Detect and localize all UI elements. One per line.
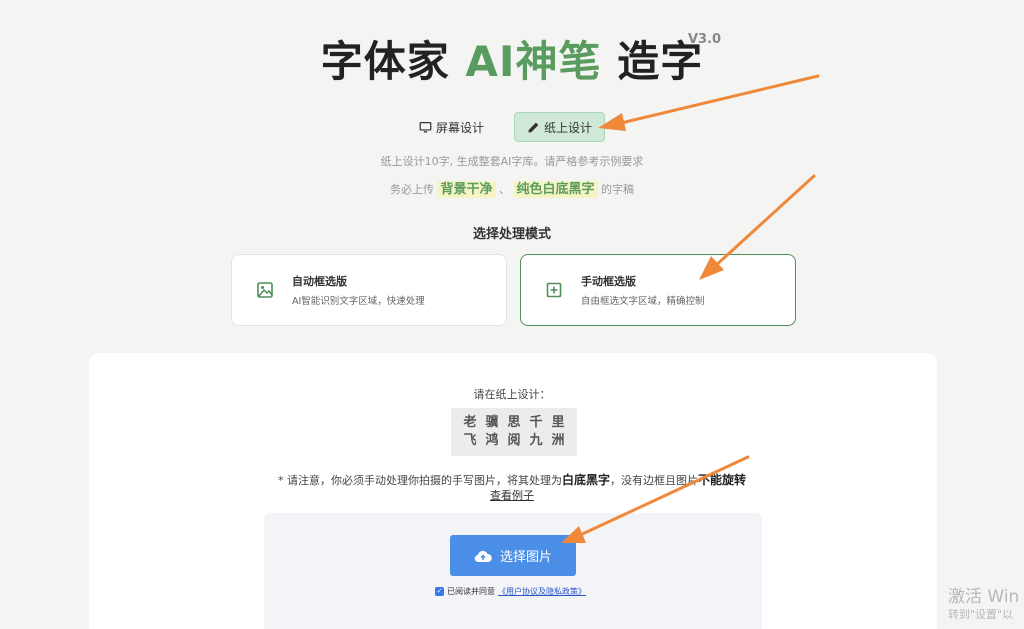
- sample-char: 鸿: [485, 433, 499, 448]
- desc-separator: 、: [499, 183, 510, 196]
- sample-char: 阅: [507, 433, 521, 448]
- sample-char: 老: [463, 415, 477, 430]
- sample-char: 千: [529, 415, 543, 430]
- sample-char: 九: [529, 433, 543, 448]
- title-prefix: 字体家: [320, 37, 450, 86]
- mode-card-manual[interactable]: 手动框选版 自由框选文字区域，精确控制: [520, 254, 796, 326]
- sample-char: 思: [507, 415, 521, 430]
- sample-char: 飞: [463, 433, 477, 448]
- image-icon: [257, 282, 273, 298]
- user-agreement-link[interactable]: 《用户协议及隐私政策》: [498, 586, 586, 597]
- note-bold: 白底黑字: [561, 473, 610, 487]
- design-mode-tabs: 屏幕设计 纸上设计: [0, 112, 1024, 142]
- sample-char: 骥: [485, 415, 499, 430]
- sample-characters: 老 骥 思 千 里 飞 鸿 阅 九 洲: [451, 408, 577, 456]
- monitor-icon: [419, 121, 432, 132]
- page-title: 字体家 AI神笔 造字: [0, 28, 1024, 89]
- agree-text: 已阅读并同意: [447, 587, 495, 596]
- processing-note: * 请注意，你必须手动处理你拍摄的手写图片，将其处理为白底黑字，没有边框且图片不…: [0, 471, 1024, 488]
- activation-watermark-subtitle: 转到"设置"以: [948, 608, 1014, 621]
- sample-char: 里: [551, 415, 565, 430]
- activation-watermark-title: 激活 Win: [948, 587, 1020, 607]
- cloud-upload-icon: [474, 550, 492, 562]
- desc-suffix: 的字稿: [601, 183, 635, 196]
- plus-square-icon: [546, 282, 562, 298]
- mode-section-title: 选择处理模式: [472, 227, 551, 242]
- view-example-link[interactable]: 查看例子: [490, 489, 534, 502]
- agree-checkbox[interactable]: ✓: [435, 587, 444, 596]
- tab-label: 纸上设计: [544, 120, 593, 135]
- choose-image-button[interactable]: 选择图片: [450, 535, 576, 576]
- mode-desc: 自由框选文字区域，精确控制: [581, 296, 705, 307]
- agreement: ✓ 已阅读并同意 《用户协议及隐私政策》: [435, 586, 586, 597]
- mode-card-auto[interactable]: 自动框选版 AI智能识别文字区域，快速处理: [231, 254, 507, 326]
- description-line1: 纸上设计10字, 生成整套AI字库。请严格参考示例要求: [380, 155, 644, 168]
- desc-prefix: 务必上传: [389, 183, 434, 196]
- tab-paper-design[interactable]: 纸上设计: [514, 112, 606, 142]
- tab-label: 屏幕设计: [435, 120, 484, 135]
- sample-char: 洲: [551, 433, 565, 448]
- design-prompt: 请在纸上设计：: [473, 388, 551, 401]
- description-line2: 务必上传 背景干净 、 纯色白底黑字 的字稿: [0, 178, 1024, 198]
- note-text: * 请注意，你必须手动处理你拍摄的手写图片，将其处理为: [277, 474, 562, 487]
- title-ai: AI神笔: [465, 37, 602, 86]
- char-row-2: 飞 鸿 阅 九 洲: [451, 432, 577, 450]
- note-text: ，没有边框且图片: [610, 474, 698, 487]
- upload-button-label: 选择图片: [499, 550, 552, 565]
- highlight-black-on-white: 纯色白底黑字: [513, 181, 598, 198]
- tab-screen-design[interactable]: 屏幕设计: [407, 112, 496, 142]
- highlight-clean-background: 背景干净: [437, 181, 496, 198]
- mode-name: 自动框选版: [292, 275, 347, 288]
- mode-name: 手动框选版: [581, 275, 636, 288]
- pencil-icon: [528, 122, 539, 132]
- char-row-1: 老 骥 思 千 里: [451, 414, 577, 432]
- version-badge: V3.0: [688, 32, 722, 47]
- example-link-wrap: 查看例子: [0, 487, 1024, 503]
- mode-desc: AI智能识别文字区域，快速处理: [292, 296, 425, 307]
- note-bold: 不能旋转: [698, 473, 747, 487]
